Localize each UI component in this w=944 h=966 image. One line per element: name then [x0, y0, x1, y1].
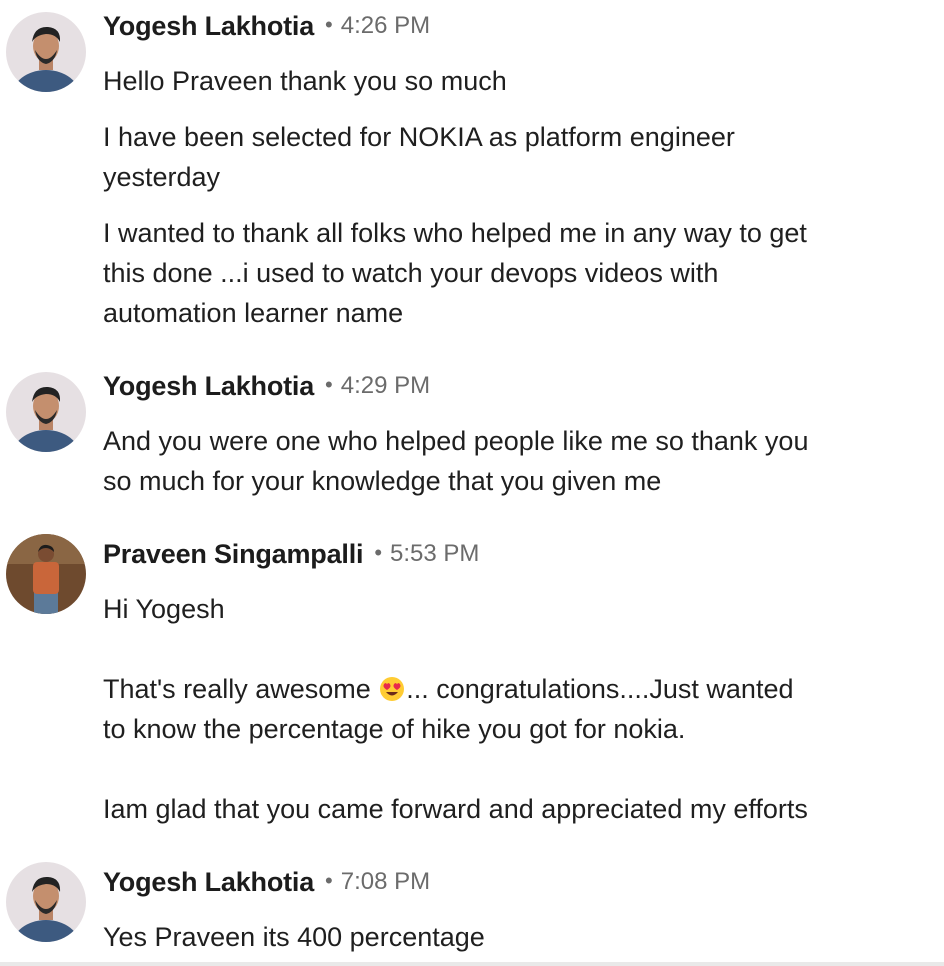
- message-text: Hi Yogesh: [103, 594, 225, 624]
- separator-dot: •: [374, 540, 383, 565]
- timestamp: 7:08 PM: [340, 868, 431, 895]
- sender-name[interactable]: Praveen Singampalli: [103, 539, 364, 570]
- avatar-yogesh-image: [6, 372, 86, 452]
- sender-name[interactable]: Yogesh Lakhotia: [103, 371, 314, 402]
- message-text: automation learner name: [103, 298, 404, 328]
- sender-name[interactable]: Yogesh Lakhotia: [103, 11, 314, 42]
- message-header: Praveen Singampalli • 5:53 PM: [103, 534, 479, 574]
- avatar[interactable]: [6, 862, 86, 942]
- separator-dot: •: [325, 868, 333, 893]
- message-text: Iam glad that you came forward and appre…: [103, 794, 808, 824]
- message-text-part: ... congratulations....Just wanted: [406, 674, 794, 704]
- message-text: Hello Praveen thank you so much: [103, 66, 507, 96]
- avatar[interactable]: [6, 534, 86, 614]
- message-text: so much for your knowledge that you give…: [103, 466, 662, 496]
- message-text: I wanted to thank all folks who helped m…: [103, 218, 807, 248]
- avatar-yogesh-image: [6, 12, 86, 92]
- message-text: to know the percentage of hike you got f…: [103, 714, 686, 744]
- avatar[interactable]: [6, 12, 86, 92]
- message-text: Yes Praveen its 400 percentage: [103, 922, 485, 952]
- avatar-praveen-image: [6, 534, 86, 614]
- divider: [0, 962, 944, 966]
- timestamp: 4:26 PM: [340, 12, 431, 39]
- message-header: Yogesh Lakhotia • 4:29 PM: [103, 366, 430, 406]
- timestamp: 5:53 PM: [390, 540, 480, 567]
- heart-eyes-emoji-icon: [379, 673, 405, 701]
- message-header: Yogesh Lakhotia • 4:26 PM: [103, 6, 430, 46]
- timestamp: 4:29 PM: [340, 372, 431, 399]
- sender-name[interactable]: Yogesh Lakhotia: [103, 867, 314, 898]
- message-text: yesterday: [103, 162, 221, 192]
- message-text-part: That's really awesome: [103, 674, 379, 704]
- message-text: this done ...i used to watch your devops…: [103, 258, 719, 288]
- message-text: And you were one who helped people like …: [103, 426, 809, 456]
- avatar-yogesh-image: [6, 862, 86, 942]
- avatar[interactable]: [6, 372, 86, 452]
- message-text: I have been selected for NOKIA as platfo…: [103, 122, 735, 152]
- message-header: Yogesh Lakhotia • 7:08 PM: [103, 862, 430, 902]
- message-text: That's really awesome ... congratulation…: [103, 669, 793, 709]
- separator-dot: •: [325, 12, 333, 37]
- separator-dot: •: [325, 372, 333, 397]
